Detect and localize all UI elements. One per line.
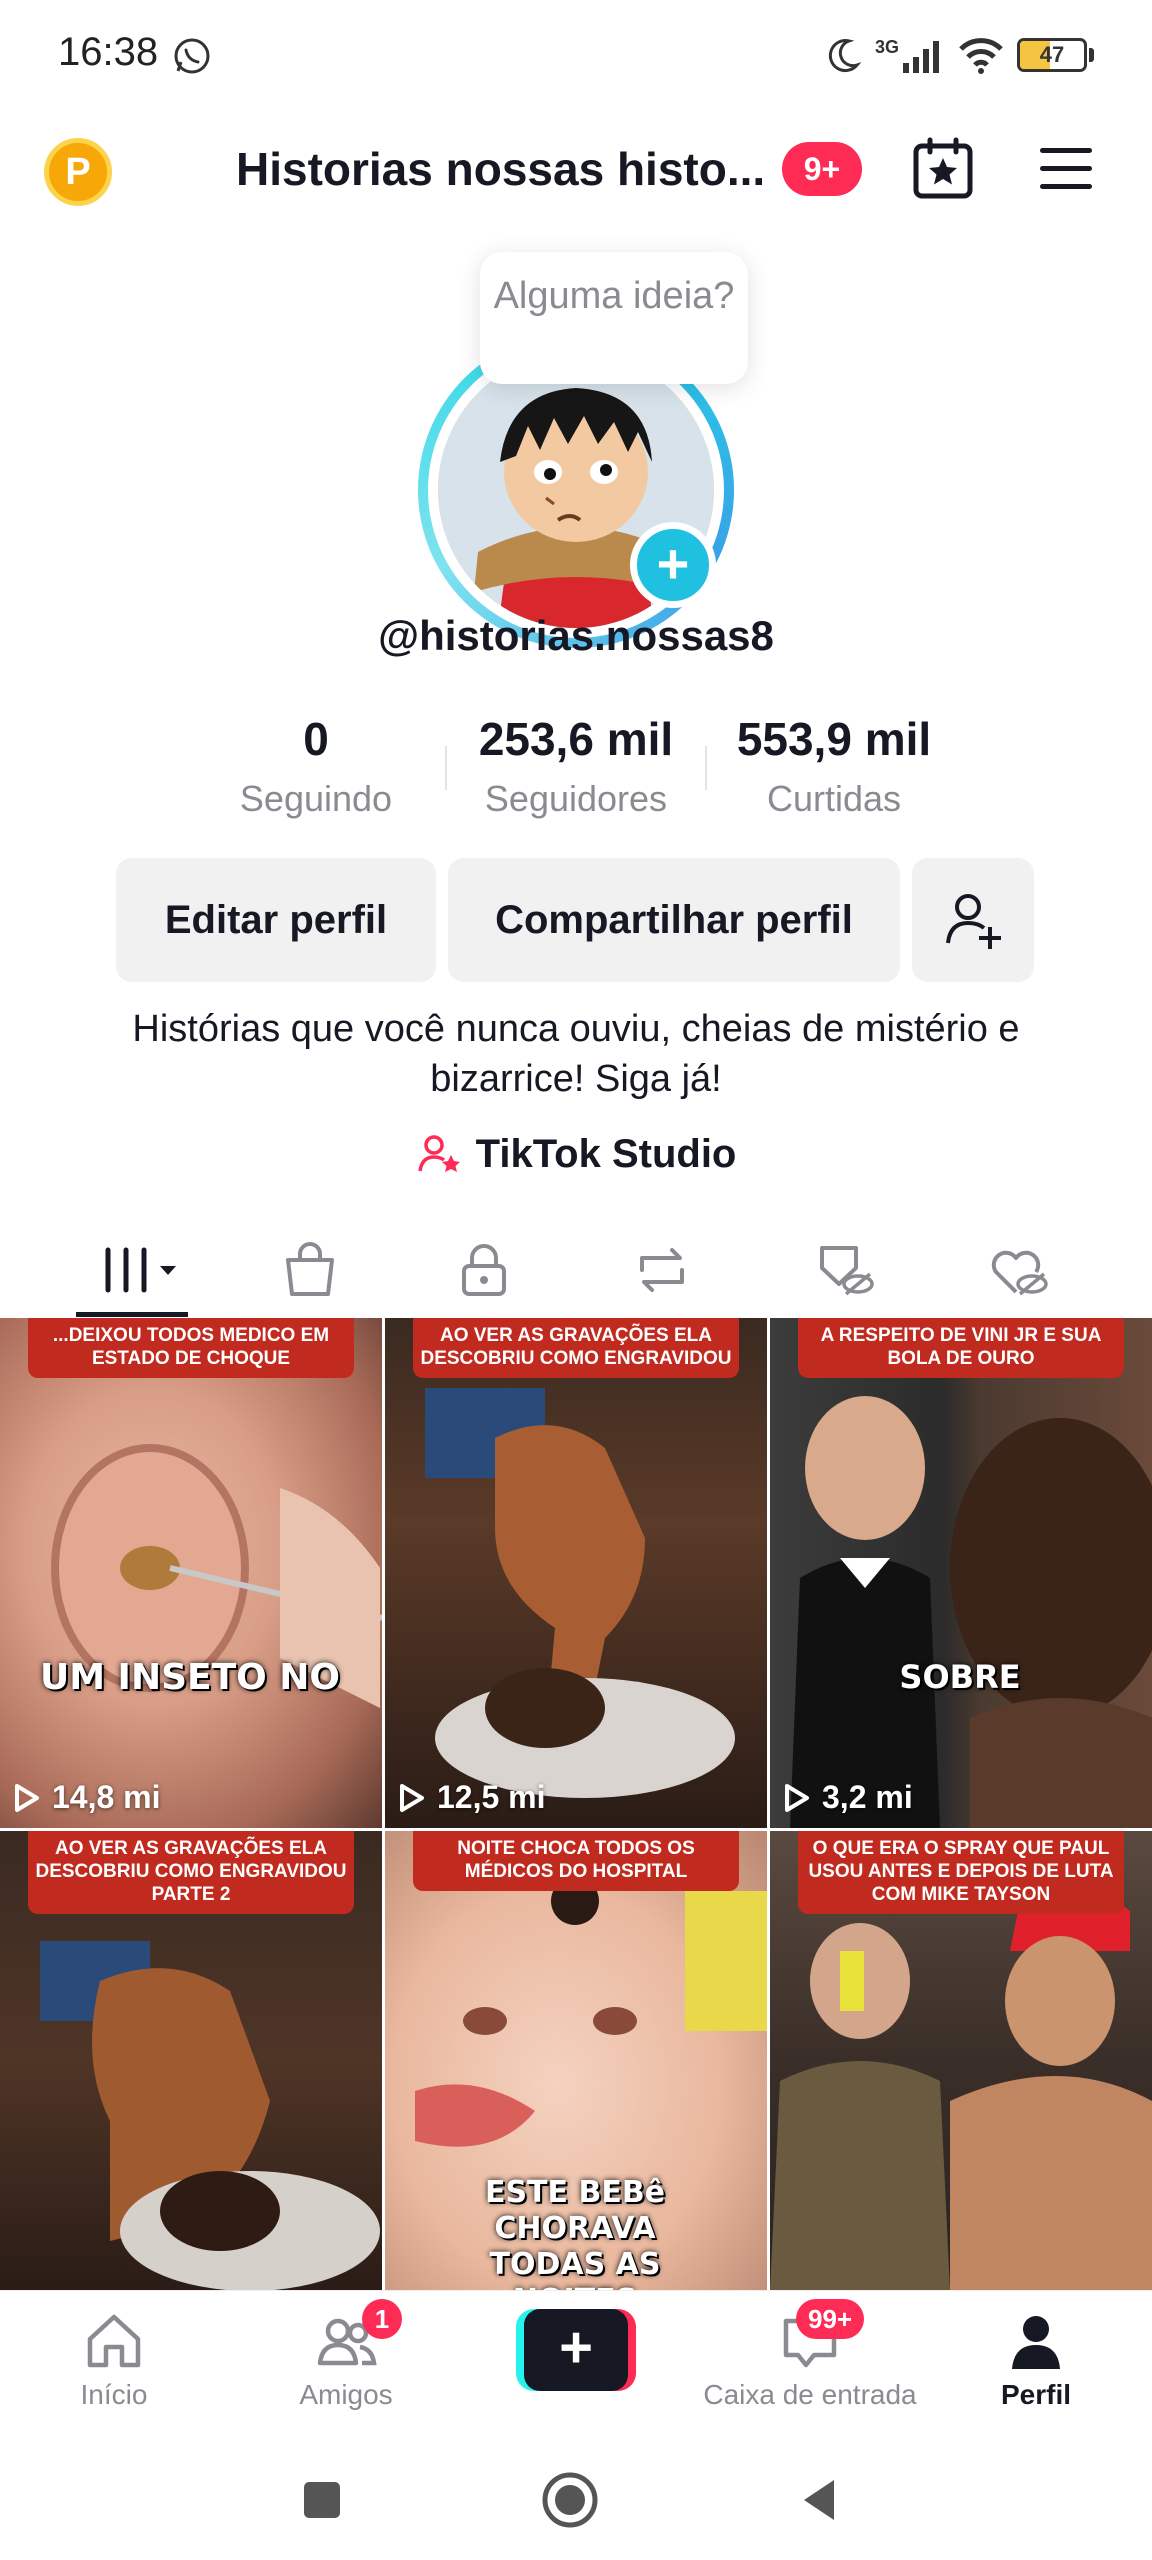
play-icon [15, 1783, 39, 1812]
nav-home[interactable]: Início [24, 2309, 204, 2411]
video-tile[interactable]: A respeito de Vini Jr e sua bola de ouro… [770, 1318, 1152, 1828]
video-tile[interactable]: ...deixou todos medico em estado de choq… [0, 1318, 382, 1828]
status-bar: 16:38 3G 47 [0, 0, 1152, 110]
status-time: 16:38 [58, 30, 159, 74]
home-icon [87, 2314, 141, 2368]
tab-videos[interactable] [98, 1230, 188, 1310]
add-user-icon [946, 894, 1001, 949]
nav-inbox-label: Caixa de entrada [703, 2379, 917, 2410]
video-tile[interactable]: noite choca todos os médicos do hospital… [385, 1831, 767, 2290]
video-tile[interactable]: Ao ver as gravações ela descobriu como e… [0, 1831, 382, 2290]
play-icon [785, 1783, 809, 1812]
stat-followers[interactable]: 253,6 mil Seguidores [446, 712, 706, 820]
battery-icon: 47 [1017, 38, 1087, 72]
active-tab-indicator [76, 1312, 188, 1317]
stat-likes-label: Curtidas [766, 778, 902, 819]
stat-followers-label: Seguidores [484, 778, 668, 819]
stat-following[interactable]: 0 Seguindo [186, 712, 446, 820]
wifi-icon [959, 38, 1003, 74]
profile-icon [1012, 2316, 1060, 2369]
play-icon [400, 1783, 424, 1812]
signal-icon [903, 41, 939, 73]
video-tile[interactable]: Ao ver as gravações ela descobriu como e… [385, 1318, 767, 1828]
profile-header: P Historias nossas histo... 9+ [0, 120, 1152, 220]
home-circle-icon[interactable] [540, 2470, 600, 2530]
video-overlay-text: SOBRE [899, 1658, 1021, 1696]
tab-reposts[interactable] [622, 1230, 702, 1310]
back-icon[interactable] [790, 2470, 850, 2530]
video-views: 14,8 mi [14, 1779, 161, 1816]
video-caption: noite choca todos os médicos do hospital [413, 1831, 739, 1891]
lock-icon [462, 1244, 506, 1296]
plus-icon: + [524, 2309, 628, 2391]
video-caption: O que era o spray que Paul usou antes e … [798, 1831, 1124, 1914]
nav-profile[interactable]: Perfil [946, 2309, 1126, 2411]
video-views-count: 12,5 mi [437, 1779, 546, 1815]
video-caption: Ao ver as gravações ela descobriu como e… [28, 1831, 354, 1914]
video-thumbnail [790, 1396, 1152, 1828]
bookmark-hidden-icon [820, 1246, 874, 1296]
battery-level: 47 [1039, 42, 1065, 67]
stat-likes[interactable]: 553,9 mil Curtidas [704, 712, 964, 820]
video-overlay-text: ESTE BEBê CHORAVA TODAS AS NOITES [484, 2175, 666, 2290]
menu-icon[interactable] [1038, 144, 1094, 194]
create-button[interactable]: + [516, 2309, 636, 2391]
video-caption: A respeito de Vini Jr e sua bola de ouro [798, 1318, 1124, 1378]
notification-badge[interactable]: 9+ [782, 142, 862, 196]
profile-stats: 0 Seguindo 253,6 mil Seguidores 553,9 mi… [0, 712, 1152, 832]
friends-badge: 1 [362, 2299, 402, 2339]
bottom-nav: Início Amigos 1 + Caixa de entrada 99+ P… [0, 2290, 1152, 2440]
nav-home-label: Início [80, 2379, 148, 2410]
account-switcher-title[interactable]: Historias nossas histo... [236, 142, 765, 196]
nav-friends-label: Amigos [299, 2379, 393, 2410]
video-thumbnail [425, 1388, 735, 1798]
video-overlay-text: UM INSETO NO [39, 1657, 341, 1698]
profile-bio: Histórias que você nunca ouviu, cheias d… [132, 1008, 1020, 1100]
username: @historias.nossas8 [378, 612, 774, 659]
stat-following-value: 0 [303, 713, 329, 765]
video-views: 12,5 mi [399, 1779, 546, 1816]
video-caption: Ao ver as gravações ela descobriu como e… [413, 1318, 739, 1378]
nav-friends[interactable]: Amigos [256, 2309, 436, 2411]
edit-profile-button[interactable]: Editar perfil [116, 858, 436, 982]
repost-icon [640, 1248, 684, 1292]
tab-favorites[interactable] [804, 1230, 884, 1310]
creator-star-icon [417, 1135, 460, 1172]
shopping-bag-icon [286, 1242, 334, 1296]
recents-icon[interactable] [292, 2470, 352, 2530]
system-nav-bar [0, 2440, 1152, 2560]
stat-followers-value: 253,6 mil [478, 713, 674, 765]
tab-liked[interactable] [978, 1230, 1058, 1310]
content-tabs [0, 1216, 1152, 1317]
calendar-star-icon[interactable] [910, 136, 976, 202]
video-caption: ...deixou todos medico em estado de choq… [28, 1318, 354, 1378]
status-icons: 3G 47 [823, 30, 1094, 80]
tiktok-studio-label: TikTok Studio [475, 1131, 737, 1176]
video-views-count: 3,2 mi [822, 1779, 913, 1815]
stat-likes-value: 553,9 mil [736, 713, 932, 765]
inbox-badge: 99+ [796, 2299, 865, 2339]
share-profile-button[interactable]: Compartilhar perfil [448, 858, 900, 982]
idea-tooltip[interactable]: Alguma ideia? [480, 252, 748, 384]
video-views: 3,2 mi [784, 1779, 913, 1816]
video-tile[interactable]: O que era o spray que Paul usou antes e … [770, 1831, 1152, 2290]
network-type: 3G [874, 36, 899, 57]
video-views-count: 14,8 mi [52, 1779, 161, 1815]
nav-profile-label: Perfil [1000, 2379, 1072, 2410]
whatsapp-icon [174, 38, 210, 74]
add-avatar-button[interactable]: + [630, 522, 716, 608]
tab-shop[interactable] [270, 1230, 350, 1310]
moon-icon [828, 39, 862, 73]
grid-filter-icon [105, 1247, 176, 1293]
video-thumbnail [51, 1444, 382, 1708]
stat-following-label: Seguindo [239, 778, 393, 819]
add-friends-button[interactable] [912, 858, 1034, 982]
tiktok-studio-link[interactable]: TikTok Studio [0, 1124, 1152, 1184]
video-grid: ...deixou todos medico em estado de choq… [0, 1318, 1152, 2290]
tab-private[interactable] [444, 1230, 524, 1310]
points-badge[interactable]: P [44, 138, 112, 206]
heart-hidden-icon [991, 1250, 1048, 1296]
